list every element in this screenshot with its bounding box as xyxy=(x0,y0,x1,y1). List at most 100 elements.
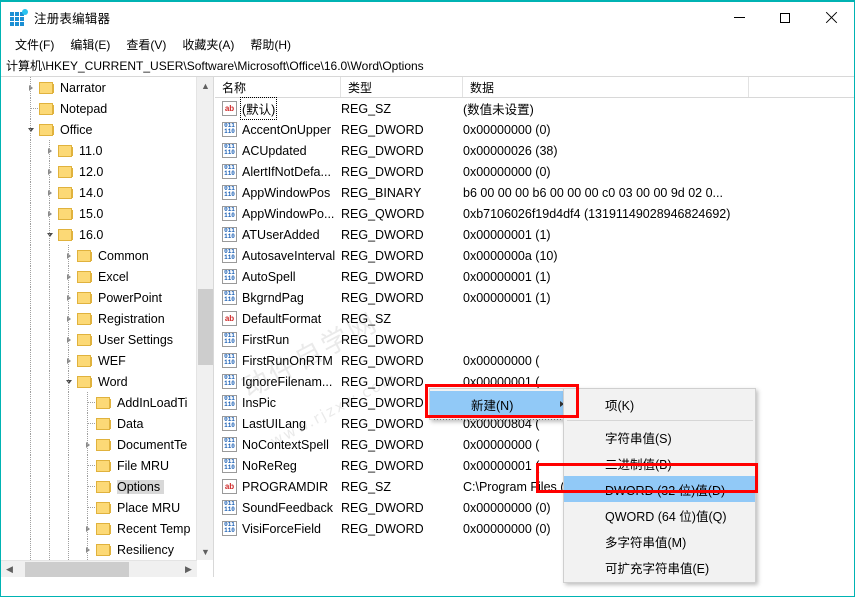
submenu-item-string-value[interactable]: 字符串值(S) xyxy=(564,424,755,450)
chevron-right-icon[interactable] xyxy=(80,521,96,537)
chevron-right-icon[interactable] xyxy=(42,206,58,222)
tree-node-11-0[interactable]: 11.0 xyxy=(1,140,197,161)
chevron-down-icon[interactable] xyxy=(42,227,58,243)
chevron-right-icon[interactable] xyxy=(61,290,77,306)
registry-tree[interactable]: NarratorNotepad Office 11.012.014.015.016.… xyxy=(1,77,197,560)
value-row[interactable]: ACUpdatedREG_DWORD0x00000026 (38) xyxy=(215,140,854,161)
tree-guide-line xyxy=(49,266,50,287)
value-row[interactable]: FirstRunOnRTMREG_DWORD0x00000000 ( xyxy=(215,350,854,371)
address-bar[interactable]: 计算机\HKEY_CURRENT_USER\Software\Microsoft… xyxy=(1,55,854,77)
submenu-item-qword-value[interactable]: QWORD (64 位)值(Q) xyxy=(564,502,755,528)
tree-node-common[interactable]: Common xyxy=(1,245,197,266)
chevron-right-icon[interactable] xyxy=(42,185,58,201)
submenu-item-key[interactable]: 项(K) xyxy=(564,391,755,417)
chevron-right-icon[interactable] xyxy=(80,542,96,558)
tree-node-options[interactable]: Options xyxy=(1,476,197,497)
menu-help[interactable]: 帮助(H) xyxy=(242,34,299,55)
tree-node-data[interactable]: Data xyxy=(1,413,197,434)
tree-node-16-0[interactable]: 16.0 xyxy=(1,224,197,245)
submenu-item-dword-value[interactable]: DWORD (32 位)值(D) xyxy=(564,476,755,502)
column-header-type[interactable]: 类型 xyxy=(341,77,463,97)
value-row[interactable]: BkgrndPagREG_DWORD0x00000001 (1) xyxy=(215,287,854,308)
tree-node-resiliency[interactable]: Resiliency xyxy=(1,539,197,560)
chevron-right-icon[interactable] xyxy=(61,248,77,264)
tree-guide-line xyxy=(30,518,31,539)
value-row[interactable]: AppWindowPo...REG_QWORD0xb7106026f19d4df… xyxy=(215,203,854,224)
registry-tree-pane: NarratorNotepad Office 11.012.014.015.016.… xyxy=(1,77,214,577)
value-row[interactable]: FirstRunREG_DWORD xyxy=(215,329,854,350)
value-row[interactable]: NoContextSpellREG_DWORD0x00000000 ( xyxy=(215,434,854,455)
scroll-right-button[interactable]: ▶ xyxy=(180,561,197,577)
chevron-right-icon[interactable] xyxy=(61,269,77,285)
chevron-right-icon[interactable] xyxy=(61,311,77,327)
tree-horizontal-scrollbar[interactable]: ◀ ▶ xyxy=(1,560,197,577)
folder-icon xyxy=(39,81,55,95)
value-row[interactable]: SoundFeedbackREG_DWORD0x00000000 (0) xyxy=(215,497,854,518)
scroll-down-button[interactable]: ▼ xyxy=(197,543,214,560)
column-header-data[interactable]: 数据 xyxy=(463,77,749,97)
tree-node-narrator[interactable]: Narrator xyxy=(1,77,197,98)
chevron-right-icon[interactable] xyxy=(80,437,96,453)
string-value-icon: ab xyxy=(222,479,237,494)
tree-node-word[interactable]: Word xyxy=(1,371,197,392)
value-row[interactable]: abDefaultFormatREG_SZ xyxy=(215,308,854,329)
menu-favorites[interactable]: 收藏夹(A) xyxy=(174,34,242,55)
chevron-down-icon[interactable] xyxy=(61,374,77,390)
tree-guide-dash xyxy=(88,423,95,424)
value-row[interactable]: ATUserAddedREG_DWORD0x00000001 (1) xyxy=(215,224,854,245)
submenu-item-multi-string-value[interactable]: 多字符串值(M) xyxy=(564,528,755,554)
chevron-right-icon[interactable] xyxy=(42,164,58,180)
tree-hscroll-thumb[interactable] xyxy=(25,562,129,577)
tree-node-office[interactable]: Office xyxy=(1,119,197,140)
chevron-right-icon[interactable] xyxy=(23,80,39,96)
chevron-right-icon[interactable] xyxy=(61,353,77,369)
menu-file[interactable]: 文件(F) xyxy=(7,34,62,55)
minimize-button[interactable] xyxy=(716,2,762,33)
value-row[interactable]: AlertIfNotDefa...REG_DWORD0x00000000 (0) xyxy=(215,161,854,182)
tree-vscroll-thumb[interactable] xyxy=(198,289,213,365)
submenu-item-expandable-string-value[interactable]: 可扩充字符串值(E) xyxy=(564,554,755,580)
tree-node-registration[interactable]: Registration xyxy=(1,308,197,329)
menu-edit[interactable]: 编辑(E) xyxy=(62,34,118,55)
values-list[interactable]: ab(默认)REG_SZ(数值未设置)AccentOnUpperREG_DWOR… xyxy=(215,98,854,539)
dword-value-icon xyxy=(222,248,237,263)
tree-node-addinloadti[interactable]: AddInLoadTi xyxy=(1,392,197,413)
tree-vertical-scrollbar[interactable]: ▲ ▼ xyxy=(196,77,213,560)
tree-node-14-0[interactable]: 14.0 xyxy=(1,182,197,203)
value-row[interactable]: AppWindowPosREG_BINARYb6 00 00 00 b6 00 … xyxy=(215,182,854,203)
dword-value-icon xyxy=(222,332,237,347)
tree-node-recent-temp[interactable]: Recent Temp xyxy=(1,518,197,539)
maximize-button[interactable] xyxy=(762,2,808,33)
value-row[interactable]: AccentOnUpperREG_DWORD0x00000000 (0) xyxy=(215,119,854,140)
context-menu-item-new[interactable]: 新建(N) xyxy=(430,391,575,417)
chevron-down-icon[interactable] xyxy=(23,122,39,138)
value-row[interactable]: AutoSpellREG_DWORD0x00000001 (1) xyxy=(215,266,854,287)
tree-node-15-0[interactable]: 15.0 xyxy=(1,203,197,224)
tree-node-excel[interactable]: Excel xyxy=(1,266,197,287)
value-row[interactable]: VisiForceFieldREG_DWORD0x00000000 (0) xyxy=(215,518,854,539)
chevron-right-icon[interactable] xyxy=(42,143,58,159)
chevron-right-icon[interactable] xyxy=(61,332,77,348)
value-row[interactable]: NoReRegREG_DWORD0x00000001 ( xyxy=(215,455,854,476)
close-button[interactable] xyxy=(808,2,854,33)
menu-view[interactable]: 查看(V) xyxy=(118,34,174,55)
scroll-up-button[interactable]: ▲ xyxy=(197,77,214,94)
tree-node-notepad[interactable]: Notepad xyxy=(1,98,197,119)
tree-node-label: Office xyxy=(60,123,96,137)
tree-node-powerpoint[interactable]: PowerPoint xyxy=(1,287,197,308)
tree-node-documentte[interactable]: DocumentTe xyxy=(1,434,197,455)
tree-node-12-0[interactable]: 12.0 xyxy=(1,161,197,182)
tree-node-wef[interactable]: WEF xyxy=(1,350,197,371)
tree-node-user-settings[interactable]: User Settings xyxy=(1,329,197,350)
value-row[interactable]: abPROGRAMDIRREG_SZC:\Program Files (x86)… xyxy=(215,476,854,497)
tree-node-file-mru[interactable]: File MRU xyxy=(1,455,197,476)
scroll-left-button[interactable]: ◀ xyxy=(1,561,18,577)
submenu-item-binary-value[interactable]: 二进制值(B) xyxy=(564,450,755,476)
folder-icon xyxy=(96,543,112,557)
tree-node-place-mru[interactable]: Place MRU xyxy=(1,497,197,518)
value-data: 0x00000001 (1) xyxy=(463,228,551,242)
value-row[interactable]: ab(默认)REG_SZ(数值未设置) xyxy=(215,98,854,119)
column-header-name[interactable]: 名称 xyxy=(215,77,341,97)
value-row[interactable]: AutosaveIntervalREG_DWORD0x0000000a (10) xyxy=(215,245,854,266)
string-value-icon: ab xyxy=(222,311,237,326)
